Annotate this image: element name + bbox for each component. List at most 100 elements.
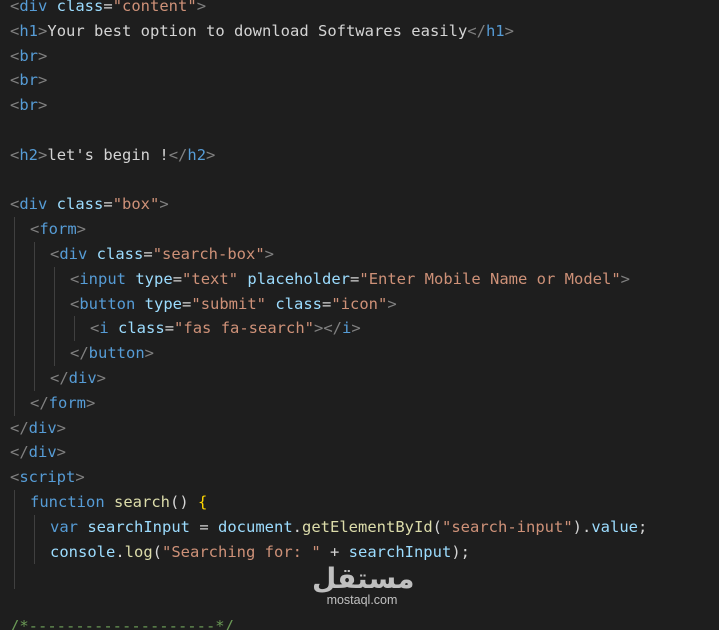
indent-guide — [14, 266, 15, 292]
code-token: value — [591, 517, 638, 536]
code-token: ></ — [314, 319, 343, 338]
code-line-text: /*--------------------*/ — [10, 614, 234, 630]
code-token: = — [143, 244, 153, 263]
code-line-text: <i class="fas fa-search"></i> — [90, 316, 361, 341]
indent-guide — [14, 341, 15, 366]
code-line-text: <script> — [10, 465, 85, 490]
code-token: "search-input" — [442, 517, 573, 536]
code-token: "box" — [112, 195, 160, 214]
indent-guide — [34, 365, 35, 391]
code-line: <div class="content"> — [0, 0, 719, 19]
code-line-text: <br> — [10, 93, 47, 118]
code-token: button — [88, 344, 145, 363]
code-token: () — [170, 492, 198, 511]
code-token: > — [96, 368, 107, 387]
code-token: . — [115, 542, 125, 561]
code-line-text: </div> — [10, 416, 66, 441]
code-token: type — [126, 269, 173, 288]
code-line: <form> — [0, 217, 719, 242]
code-line-text: <input type="text" placeholder="Enter Mo… — [70, 267, 630, 292]
code-token: class — [47, 0, 104, 15]
code-token: function — [30, 492, 105, 511]
indent-guide — [34, 341, 35, 366]
code-token: button — [79, 294, 136, 313]
code-token: searchInput — [87, 517, 190, 536]
code-token: . — [292, 517, 302, 536]
code-line: </button> — [0, 341, 719, 366]
code-line-text: <div class="content"> — [10, 0, 206, 19]
code-line: /*--------------------*/ — [0, 614, 719, 630]
code-token: div — [68, 368, 97, 387]
indent-guide — [74, 316, 75, 342]
code-token: i — [99, 319, 109, 338]
code-line: <i class="fas fa-search"></i> — [0, 316, 719, 342]
code-line-text: <h1>Your best option to download Softwar… — [10, 19, 514, 44]
indent-guide — [14, 539, 15, 565]
code-token: = — [190, 517, 218, 536]
code-line: <h1>Your best option to download Softwar… — [0, 19, 719, 44]
indent-guide — [14, 241, 15, 267]
code-token: { — [198, 492, 208, 511]
code-token: = — [350, 269, 360, 288]
code-token: i — [342, 319, 352, 338]
code-token: /*--------------------*/ — [10, 616, 234, 630]
code-line-text: <br> — [10, 68, 47, 93]
indent-guide — [54, 266, 55, 292]
code-token: form — [39, 220, 77, 239]
code-token: search — [114, 492, 170, 511]
code-token: h2 — [187, 145, 207, 164]
code-token: < — [10, 468, 20, 487]
code-line-text: <br> — [10, 44, 47, 69]
code-token: = — [103, 195, 113, 214]
code-token: > — [504, 21, 514, 40]
code-token: > — [38, 71, 48, 90]
code-token: h2 — [19, 145, 39, 164]
code-line: <script> — [0, 465, 719, 490]
code-line: </form> — [0, 390, 719, 416]
code-token: "content" — [112, 0, 197, 15]
indent-guide — [34, 316, 35, 342]
code-editor[interactable]: <div class="content"> <h1>Your best optio… — [0, 0, 719, 630]
code-token: form — [48, 393, 86, 412]
indent-guide — [34, 241, 35, 267]
indent-guide — [34, 539, 35, 565]
code-line: <br> — [0, 44, 719, 69]
code-token: h1 — [485, 21, 505, 40]
code-token: log — [124, 542, 153, 561]
code-line: </div> — [0, 365, 719, 391]
indent-guide — [14, 564, 15, 590]
code-token: "search-box" — [152, 244, 265, 263]
code-line: function search() { — [0, 489, 719, 515]
code-line-text: <form> — [30, 217, 86, 242]
code-token: let's begin ! — [47, 145, 169, 164]
code-token: div — [19, 195, 48, 214]
code-token: < — [70, 294, 80, 313]
code-token: div — [28, 443, 57, 462]
code-token: > — [38, 145, 48, 164]
code-token: br — [19, 71, 39, 90]
indent-guide — [14, 217, 15, 242]
code-token: > — [206, 145, 216, 164]
code-line-text: </div> — [50, 366, 106, 391]
code-token: > — [76, 220, 87, 239]
code-token: div — [59, 244, 88, 263]
code-line: </div> — [0, 440, 719, 465]
code-token: script — [19, 468, 76, 487]
code-line: console.log("Searching for: " + searchIn… — [0, 539, 719, 565]
code-line: <div class="search-box"> — [0, 241, 719, 267]
code-line-text: <h2>let's begin !</h2> — [10, 143, 215, 168]
code-token: </ — [10, 418, 29, 437]
code-token: var — [50, 517, 78, 536]
code-token: document — [218, 517, 293, 536]
watermark-domain: mostaql.com — [326, 593, 398, 607]
code-token: br — [19, 46, 39, 65]
mostaql-watermark: مستقل mostaql.com — [312, 565, 414, 608]
code-token: "text" — [182, 269, 239, 288]
code-line: <input type="text" placeholder="Enter Mo… — [0, 266, 719, 292]
indent-guide — [34, 266, 35, 292]
code-line-text: </button> — [70, 341, 154, 366]
code-token: > — [56, 443, 67, 462]
indent-guide — [34, 514, 35, 540]
code-token: "Searching for: " — [162, 542, 321, 561]
